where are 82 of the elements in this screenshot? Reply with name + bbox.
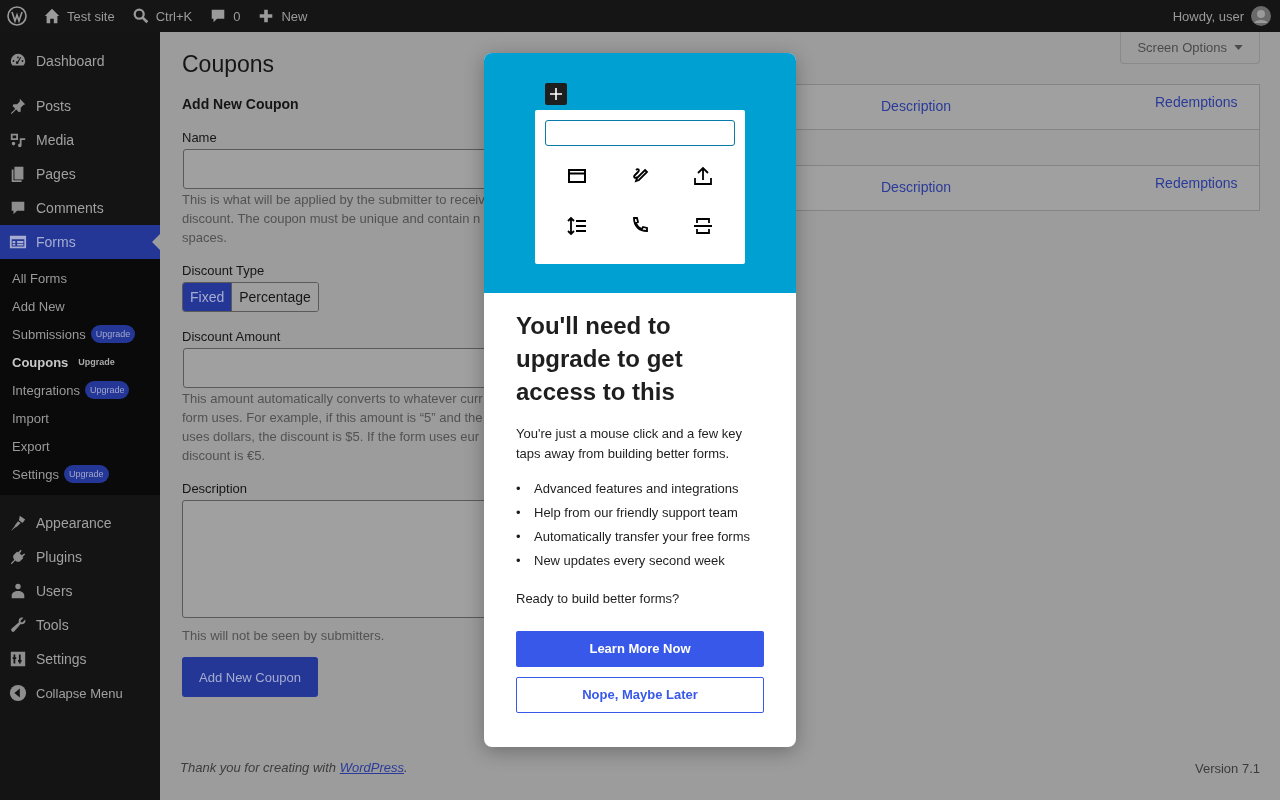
column-header[interactable]: Description — [881, 85, 1155, 129]
upgrade-badge: Upgrade — [90, 325, 136, 343]
bullet-mark: • — [516, 480, 522, 498]
help-text: This will not be seen by submitters. — [182, 627, 385, 645]
feature-item: Help from our friendly support team — [534, 504, 738, 522]
column-header[interactable]: Redemptions — [1155, 85, 1259, 129]
menu-item[interactable]: Comments — [0, 191, 160, 225]
menu-item[interactable]: Posts — [0, 89, 160, 123]
field-label: Discount Type — [182, 263, 265, 278]
wrench-icon — [9, 616, 27, 634]
field-label: Description — [182, 481, 248, 496]
help-text: discount is €5. — [182, 447, 267, 465]
help-text: This amount automatically converts to whatever curr — [182, 390, 483, 408]
menu-item[interactable]: Forms — [0, 225, 160, 259]
user-icon — [9, 582, 27, 600]
column-footer[interactable]: Description — [881, 166, 1155, 210]
bullet-mark: • — [516, 504, 522, 522]
submenu-item[interactable]: Add New — [12, 298, 65, 314]
submenu-item[interactable]: Export — [12, 438, 50, 454]
column-footer[interactable]: Redemptions — [1155, 166, 1259, 210]
menu-item[interactable]: Appearance — [0, 506, 160, 540]
search-icon — [131, 7, 150, 25]
media-icon — [9, 131, 27, 149]
plug-icon — [9, 548, 27, 566]
line-spacing-icon — [564, 214, 589, 238]
discount-type-option[interactable]: Percentage — [231, 283, 318, 311]
section-title: Add New Coupon — [182, 96, 299, 112]
feature-item: New updates every second week — [534, 552, 725, 570]
form-icon — [9, 233, 27, 251]
footer-text: Thank you for creating with WordPress. — [180, 760, 408, 775]
help-text: spaces. — [182, 229, 228, 247]
new-link[interactable]: New — [257, 7, 308, 25]
submenu-item[interactable]: Coupons — [12, 354, 69, 370]
add-coupon-button[interactable]: Add New Coupon — [182, 657, 318, 697]
search-link[interactable]: Ctrl+K — [131, 7, 193, 25]
help-text: uses dollars, the discount is $5. If the form uses eur — [182, 428, 480, 446]
menu-item[interactable]: Dashboard — [0, 44, 160, 78]
submenu-item[interactable]: All Forms — [12, 270, 67, 286]
dialog-question: Ready to build better forms? — [516, 590, 681, 608]
menu-item[interactable]: Users — [0, 574, 160, 608]
help-text: discount. The coupon must be unique and contain n — [182, 210, 482, 228]
field-label: Discount Amount — [182, 329, 281, 344]
comments-link[interactable]: 0 — [209, 7, 241, 25]
bullet-mark: • — [516, 528, 522, 546]
menu-item[interactable]: Settings — [0, 642, 160, 676]
site-link[interactable]: Test site — [43, 7, 115, 25]
feature-item: Automatically transfer your free forms — [534, 528, 751, 546]
field-label: Name — [182, 130, 217, 145]
sliders-icon — [9, 650, 27, 668]
submenu-item[interactable]: Settings — [12, 466, 59, 482]
submenu-item[interactable]: Submissions — [12, 326, 86, 342]
caret-icon — [1234, 45, 1243, 50]
help-text: form uses. For example, if this amount is “5” and the — [182, 409, 483, 427]
menu-item[interactable]: Pages — [0, 157, 160, 191]
page-title: Coupons — [182, 51, 275, 78]
collapse-menu-button[interactable]: Collapse Menu — [0, 676, 160, 710]
brush-icon — [9, 514, 27, 532]
avatar-icon — [1251, 6, 1271, 26]
wordpress-link[interactable]: WordPress — [339, 760, 404, 775]
submenu-item[interactable]: Import — [12, 410, 49, 426]
collapse-icon — [9, 684, 27, 702]
home-icon — [43, 7, 61, 25]
upgrade-badge: Upgrade — [84, 381, 130, 399]
wordpress-logo-icon[interactable] — [7, 6, 27, 26]
account-link[interactable]: Howdy, user — [1172, 6, 1271, 26]
upgrade-label: Upgrade — [77, 356, 116, 369]
version-text: Version 7.1 — [1194, 761, 1260, 776]
menu-item[interactable]: Plugins — [0, 540, 160, 574]
bullet-mark: • — [516, 552, 522, 570]
discount-type-option[interactable]: Fixed — [183, 283, 232, 311]
learn-more-button[interactable]: Learn More Now — [516, 630, 764, 667]
plus-icon — [545, 83, 567, 105]
pin-icon — [9, 97, 27, 115]
help-text: This is what will be applied by the submitter to receiv — [182, 191, 485, 209]
maybe-later-button[interactable]: Nope, Maybe Later — [516, 676, 764, 713]
feature-item: Advanced features and integrations — [534, 480, 739, 498]
dialog-text: You're just a mouse click and a few key taps away from building better forms. — [516, 425, 743, 463]
menu-item[interactable]: Media — [0, 123, 160, 157]
menu-item[interactable]: Tools — [0, 608, 160, 642]
submenu-item[interactable]: Integrations — [12, 382, 80, 398]
upgrade-badge: Upgrade — [64, 465, 109, 483]
dialog-title: You'll need to upgrade to get access to this — [516, 311, 684, 407]
